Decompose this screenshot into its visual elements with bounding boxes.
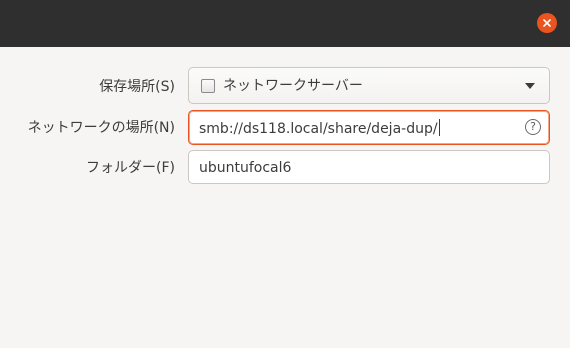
chevron-down-icon: [525, 83, 535, 89]
text-caret: [438, 119, 440, 136]
network-location-value: smb://ds118.local/share/deja-dup/: [199, 121, 438, 137]
folder-input[interactable]: ubuntufocal6: [188, 150, 550, 184]
storage-location-dropdown[interactable]: ネットワークサーバー: [188, 67, 550, 104]
checkbox-icon: [201, 79, 215, 93]
backup-storage-dialog: 保存場所(S) ネットワークサーバー ネットワークの場所(N) smb://ds…: [0, 0, 570, 348]
storage-location-label: 保存場所(S): [99, 79, 175, 95]
close-icon: [543, 19, 551, 27]
close-button[interactable]: [537, 13, 557, 33]
network-location-input[interactable]: smb://ds118.local/share/deja-dup/ ?: [188, 110, 550, 145]
help-icon[interactable]: ?: [525, 119, 541, 135]
network-location-label: ネットワークの場所(N): [27, 120, 175, 136]
folder-value: ubuntufocal6: [199, 160, 292, 176]
folder-label: フォルダー(F): [86, 160, 175, 176]
storage-location-value: ネットワークサーバー: [223, 78, 363, 94]
titlebar: [0, 0, 570, 47]
